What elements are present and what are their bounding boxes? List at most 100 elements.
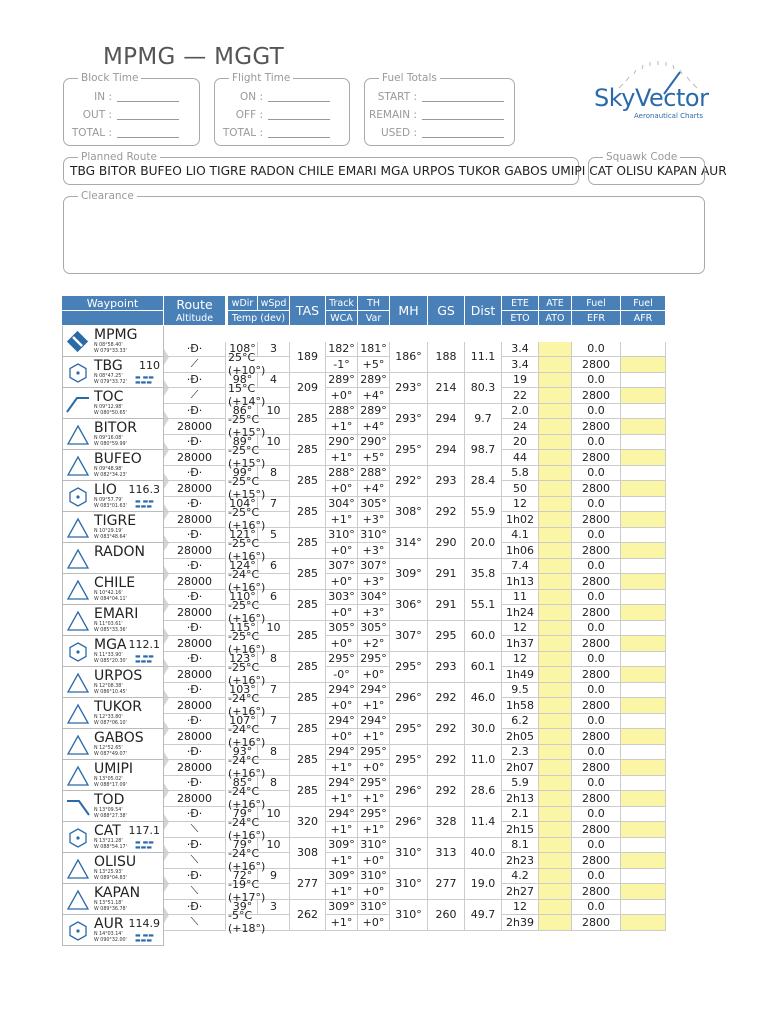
waypoint-row-tigre[interactable]: TIGRE N 10°29.19' W 083°48.64' xyxy=(62,512,164,543)
leg-ate-input[interactable] xyxy=(539,806,572,822)
leg-afr-input[interactable] xyxy=(621,636,666,652)
waypoint-row-tbg[interactable]: TBG 110 ▬ ▬▬ ▬▬▬ N 08°47.25' W 079°33.72' xyxy=(62,357,164,388)
leg-fuel-actual-input[interactable] xyxy=(621,496,666,512)
waypoint-row-kapan[interactable]: KAPAN N 13°51.18' W 089°36.78' xyxy=(62,884,164,915)
leg-fuel-actual-input[interactable] xyxy=(621,744,666,760)
leg-fuel-actual-input[interactable] xyxy=(621,682,666,698)
waypoint-row-radon[interactable]: RADON xyxy=(62,543,164,574)
leg-ato-input[interactable] xyxy=(539,729,572,745)
leg-fuel-actual-input[interactable] xyxy=(621,837,666,853)
waypoint-row-toc[interactable]: TOC N 09°12.98' W 080°50.65' xyxy=(62,388,164,419)
waypoint-row-tukor[interactable]: TUKOR N 12°33.80' W 087°06.10' xyxy=(62,698,164,729)
leg-ate-input[interactable] xyxy=(539,713,572,729)
leg-fuel-actual-input[interactable] xyxy=(621,558,666,574)
leg-afr-input[interactable] xyxy=(621,543,666,559)
leg-fuel-actual-input[interactable] xyxy=(621,775,666,791)
leg-fuel-actual-input[interactable] xyxy=(621,341,666,357)
leg-afr-input[interactable] xyxy=(621,853,666,869)
leg-afr-input[interactable] xyxy=(621,822,666,838)
leg-ato-input[interactable] xyxy=(539,543,572,559)
leg-ato-input[interactable] xyxy=(539,667,572,683)
leg-fuel-actual-input[interactable] xyxy=(621,868,666,884)
leg-afr-input[interactable] xyxy=(621,729,666,745)
leg-afr-input[interactable] xyxy=(621,605,666,621)
waypoint-row-mga[interactable]: MGA 112.1 ▬ ▬▬ ▬▬▬ N 11°33.90' W 085°20.30' xyxy=(62,636,164,667)
leg-afr-input[interactable] xyxy=(621,512,666,528)
leg-ato-input[interactable] xyxy=(539,636,572,652)
waypoint-row-cat[interactable]: CAT 117.1 ▬ ▬▬ ▬▬▬ N 13°21.28' W 088°54.17' xyxy=(62,822,164,853)
leg-ate-input[interactable] xyxy=(539,341,572,357)
waypoint-row-gabos[interactable]: GABOS N 12°52.65' W 087°49.07' xyxy=(62,729,164,760)
leg-ate-input[interactable] xyxy=(539,775,572,791)
leg-ato-input[interactable] xyxy=(539,481,572,497)
leg-ate-input[interactable] xyxy=(539,558,572,574)
leg-fuel-actual-input[interactable] xyxy=(621,372,666,388)
leg-ate-input[interactable] xyxy=(539,868,572,884)
leg-ate-input[interactable] xyxy=(539,527,572,543)
clearance-box[interactable]: Clearance xyxy=(63,189,705,274)
leg-ato-input[interactable] xyxy=(539,698,572,714)
leg-ate-input[interactable] xyxy=(539,434,572,450)
leg-ate-input[interactable] xyxy=(539,589,572,605)
leg-afr-input[interactable] xyxy=(621,357,666,373)
waypoint-row-mpmg[interactable]: MPMG N 08°58.40' W 079°33.33' xyxy=(62,326,164,357)
leg-ato-input[interactable] xyxy=(539,512,572,528)
waypoint-row-bufeo[interactable]: BUFEO N 09°48.98' W 082°34.23' xyxy=(62,450,164,481)
leg-fuel-actual-input[interactable] xyxy=(621,899,666,915)
flight-total-field[interactable] xyxy=(268,127,330,138)
waypoint-row-tod[interactable]: TOD N 13°09.54' W 088°27.38' xyxy=(62,791,164,822)
leg-afr-input[interactable] xyxy=(621,698,666,714)
waypoint-row-olisu[interactable]: OLISU N 13°25.93' W 089°04.83' xyxy=(62,853,164,884)
leg-fuel-actual-input[interactable] xyxy=(621,620,666,636)
leg-fuel-actual-input[interactable] xyxy=(621,434,666,450)
leg-afr-input[interactable] xyxy=(621,884,666,900)
leg-fuel-actual-input[interactable] xyxy=(621,651,666,667)
leg-ato-input[interactable] xyxy=(539,915,572,931)
leg-ate-input[interactable] xyxy=(539,465,572,481)
leg-afr-input[interactable] xyxy=(621,915,666,931)
leg-afr-input[interactable] xyxy=(621,450,666,466)
on-field[interactable] xyxy=(268,91,330,102)
leg-fuel-actual-input[interactable] xyxy=(621,465,666,481)
leg-afr-input[interactable] xyxy=(621,760,666,776)
waypoint-row-aur[interactable]: AUR 114.9 ▬ ▬▬ ▬▬▬ N 14°03.14' W 090°32.00' xyxy=(62,915,164,946)
leg-afr-input[interactable] xyxy=(621,419,666,435)
leg-ato-input[interactable] xyxy=(539,760,572,776)
leg-afr-input[interactable] xyxy=(621,574,666,590)
leg-afr-input[interactable] xyxy=(621,481,666,497)
in-field[interactable] xyxy=(117,91,179,102)
off-field[interactable] xyxy=(268,109,330,120)
leg-afr-input[interactable] xyxy=(621,791,666,807)
waypoint-row-bitor[interactable]: BITOR N 09°16.08' W 080°59.99' xyxy=(62,419,164,450)
leg-ate-input[interactable] xyxy=(539,837,572,853)
leg-fuel-actual-input[interactable] xyxy=(621,713,666,729)
leg-ate-input[interactable] xyxy=(539,651,572,667)
leg-ate-input[interactable] xyxy=(539,620,572,636)
leg-ato-input[interactable] xyxy=(539,574,572,590)
out-field[interactable] xyxy=(117,109,179,120)
leg-ate-input[interactable] xyxy=(539,496,572,512)
waypoint-row-chile[interactable]: CHILE N 10°42.16' W 084°04.11' xyxy=(62,574,164,605)
leg-fuel-actual-input[interactable] xyxy=(621,527,666,543)
leg-ato-input[interactable] xyxy=(539,884,572,900)
leg-ato-input[interactable] xyxy=(539,450,572,466)
leg-ato-input[interactable] xyxy=(539,419,572,435)
remain-field[interactable] xyxy=(422,109,504,120)
leg-ate-input[interactable] xyxy=(539,899,572,915)
leg-ate-input[interactable] xyxy=(539,372,572,388)
leg-ato-input[interactable] xyxy=(539,388,572,404)
leg-ato-input[interactable] xyxy=(539,357,572,373)
waypoint-row-emari[interactable]: EMARI N 11°03.61' W 085°33.36' xyxy=(62,605,164,636)
block-total-field[interactable] xyxy=(117,127,179,138)
waypoint-row-urpos[interactable]: URPOS N 12°08.38' W 086°10.45' xyxy=(62,667,164,698)
leg-fuel-actual-input[interactable] xyxy=(621,589,666,605)
leg-ato-input[interactable] xyxy=(539,853,572,869)
waypoint-row-lio[interactable]: LIO 116.3 ▬ ▬▬ ▬▬▬ N 09°57.79' W 083°01.63' xyxy=(62,481,164,512)
leg-ate-input[interactable] xyxy=(539,744,572,760)
leg-afr-input[interactable] xyxy=(621,388,666,404)
leg-ato-input[interactable] xyxy=(539,822,572,838)
leg-ato-input[interactable] xyxy=(539,791,572,807)
used-field[interactable] xyxy=(422,127,504,138)
leg-afr-input[interactable] xyxy=(621,667,666,683)
leg-ato-input[interactable] xyxy=(539,605,572,621)
